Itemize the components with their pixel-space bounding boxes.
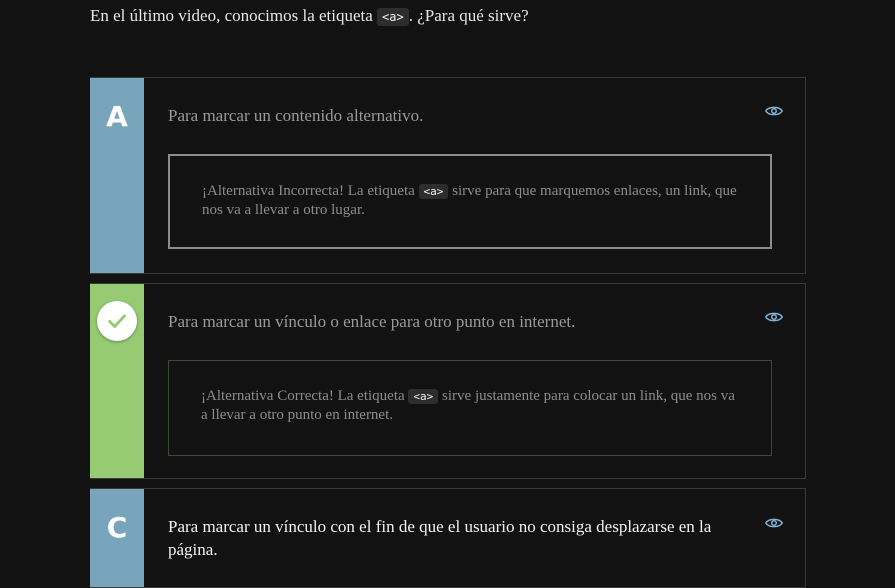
option-b-text: Para marcar un vínculo o enlace para otr…	[168, 312, 576, 331]
option-b-marker	[90, 284, 144, 478]
option-a-marker: A	[90, 78, 144, 273]
option-c-marker: C	[90, 489, 144, 587]
option-letter: C	[106, 511, 128, 544]
option-a-text: Para marcar un contenido alternativo.	[168, 106, 424, 125]
feedback-code-tag: <a>	[418, 184, 449, 199]
option-a-feedback: ¡Alternativa Incorrecta! La etiqueta <a>…	[168, 154, 772, 249]
question-text-before: En el último video, conocimos la etiquet…	[90, 6, 373, 25]
option-c[interactable]: C Para marcar un vínculo con el fin de q…	[90, 488, 806, 588]
option-b[interactable]: Para marcar un vínculo o enlace para otr…	[90, 283, 806, 479]
question-text-after: . ¿Para qué sirve?	[408, 6, 529, 25]
option-c-text: Para marcar un vínculo con el fin de que…	[168, 517, 712, 559]
option-letter: A	[106, 100, 128, 133]
eye-icon[interactable]	[765, 310, 783, 324]
checkmark-icon	[97, 301, 137, 341]
eye-icon[interactable]	[765, 516, 783, 530]
feedback-text-before: ¡Alternativa Correcta! La etiqueta	[201, 388, 405, 404]
eye-icon[interactable]	[765, 104, 783, 118]
feedback-text-before: ¡Alternativa Incorrecta! La etiqueta	[202, 183, 415, 199]
feedback-code-tag: <a>	[408, 389, 439, 404]
question-code-tag: <a>	[377, 8, 409, 26]
option-b-feedback: ¡Alternativa Correcta! La etiqueta <a> s…	[168, 360, 772, 456]
question-text: En el último video, conocimos la etiquet…	[90, 5, 529, 28]
option-a[interactable]: A Para marcar un contenido alternativo. …	[90, 77, 806, 274]
